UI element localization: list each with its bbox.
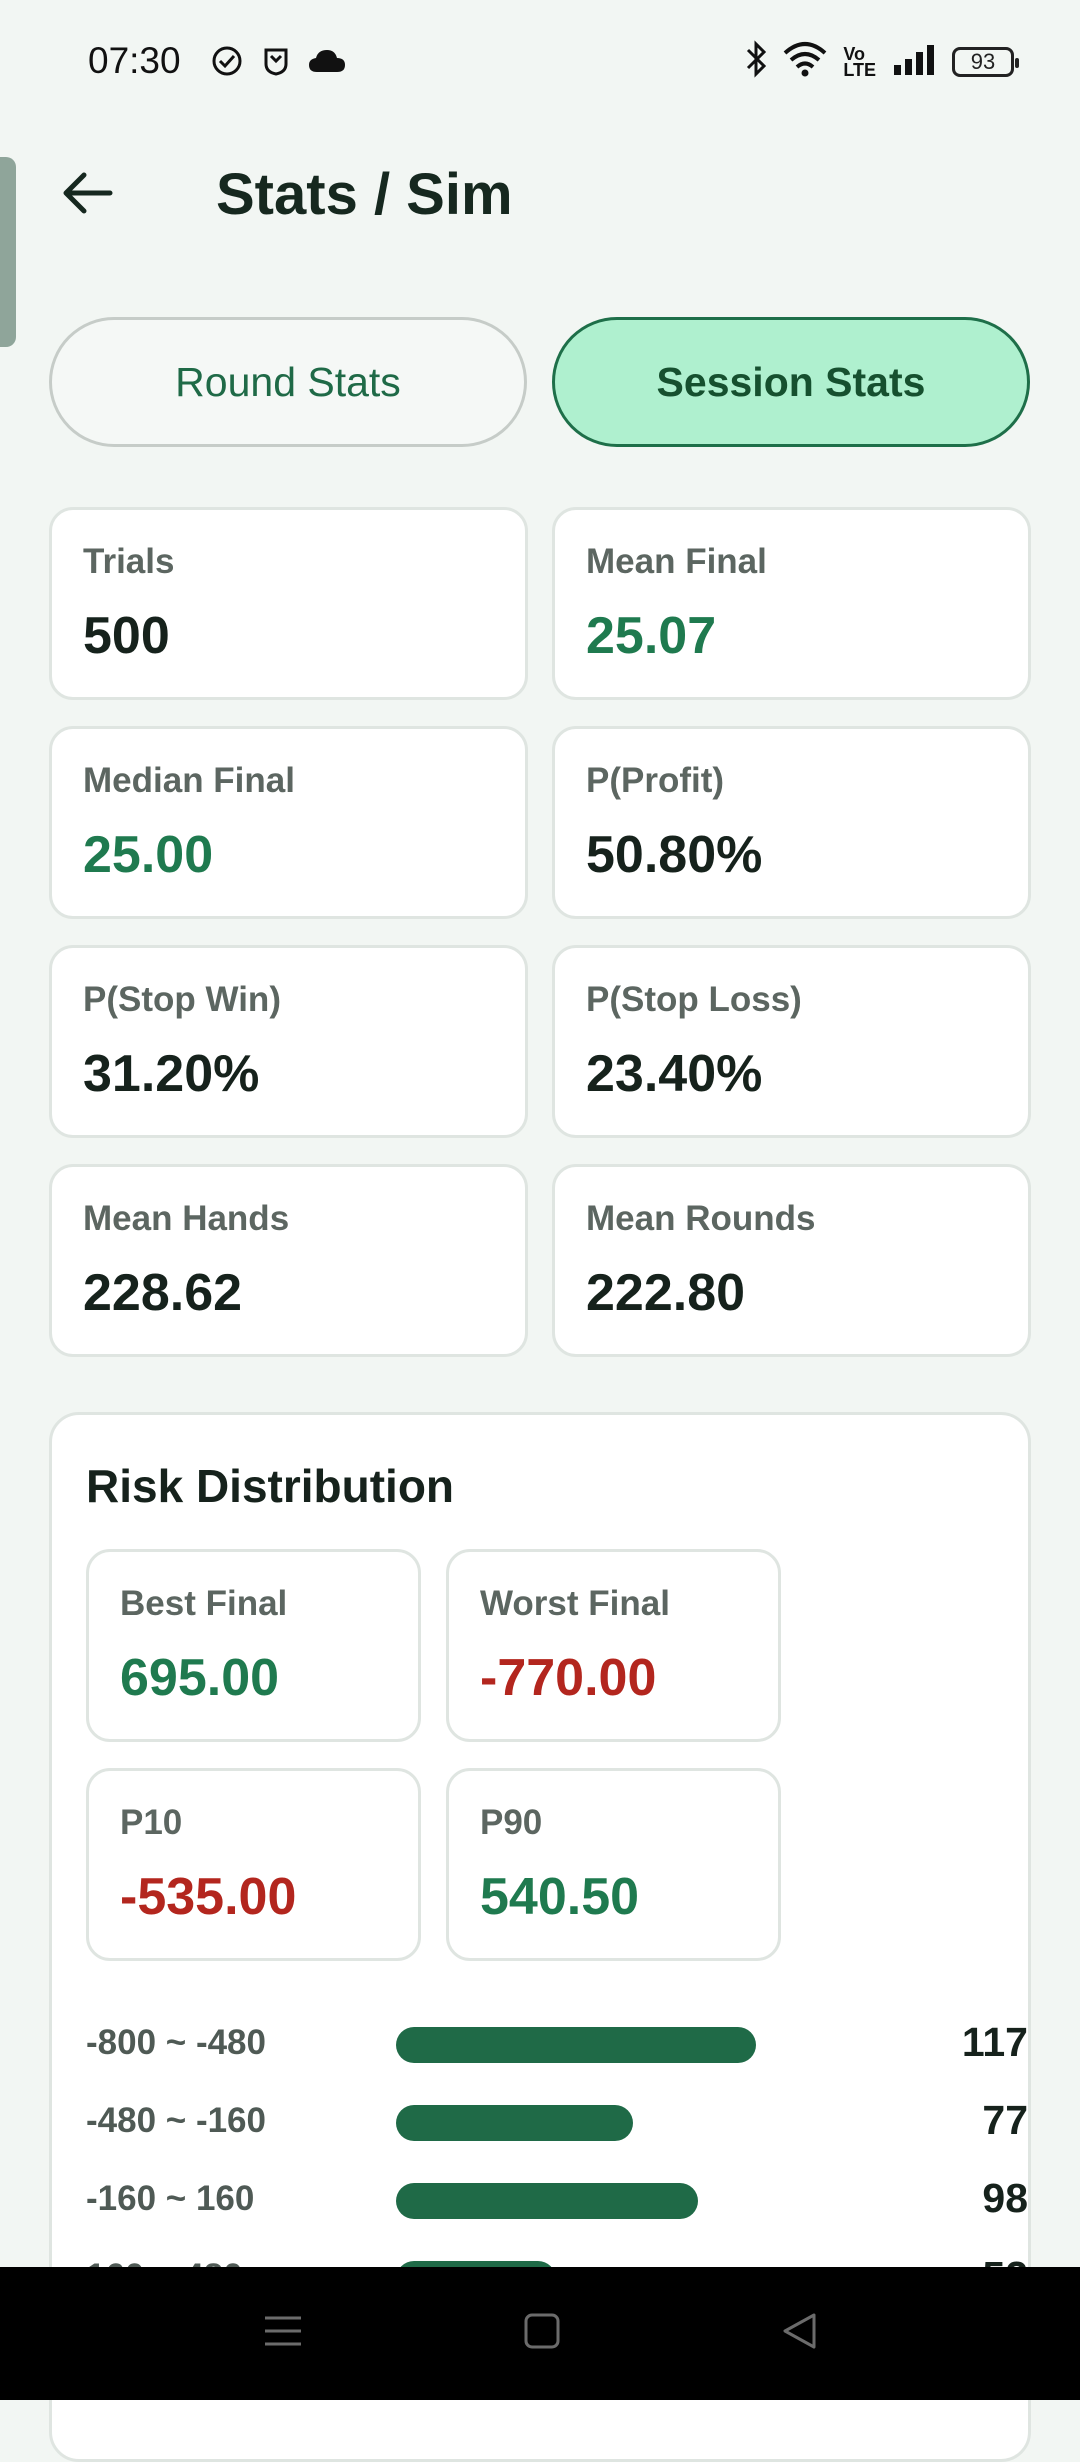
risk-label: P90 <box>480 1803 543 1842</box>
stat-label: P(Stop Win) <box>83 980 281 1019</box>
back-nav-button[interactable] <box>781 2312 817 2355</box>
risk-card-worst-final: Worst Final -770.00 <box>446 1549 781 1742</box>
stat-label: P(Stop Loss) <box>586 980 802 1019</box>
histogram-bar <box>396 2183 698 2219</box>
risk-label: Best Final <box>120 1584 288 1623</box>
stat-value: 500 <box>83 607 170 665</box>
risk-value: -535.00 <box>120 1868 297 1926</box>
battery-icon: 93 <box>952 46 1019 77</box>
wifi-icon <box>783 41 827 82</box>
histogram-bar <box>396 2027 756 2063</box>
histogram-count: 77 <box>982 2097 1028 2143</box>
status-bar: 07:30 Vo LTE 93 <box>0 0 1080 120</box>
stat-card-mean-final: Mean Final 25.07 <box>552 507 1031 700</box>
stat-value: 50.80% <box>586 826 763 884</box>
stat-card-mean-rounds: Mean Rounds 222.80 <box>552 1164 1031 1357</box>
volte-icon: Vo LTE <box>843 43 876 80</box>
shield-app-icon <box>262 46 290 81</box>
stat-card-p-profit: P(Profit) 50.80% <box>552 726 1031 919</box>
stat-card-p-stop-win: P(Stop Win) 31.20% <box>49 945 528 1138</box>
check-circle-icon <box>210 44 244 83</box>
histogram-range: -480 ~ -160 <box>86 2101 266 2140</box>
histogram-row: -160 ~ 160 98 <box>86 2169 1028 2229</box>
risk-title: Risk Distribution <box>86 1460 455 1512</box>
page-title: Stats / Sim <box>216 162 513 227</box>
status-right-icons: Vo LTE 93 <box>745 40 1019 83</box>
risk-label: P10 <box>120 1803 183 1842</box>
stat-value: 23.40% <box>586 1045 763 1103</box>
stat-value: 31.20% <box>83 1045 260 1103</box>
histogram-row: -800 ~ -480 117 <box>86 2013 1028 2073</box>
stat-value: 25.00 <box>83 826 214 884</box>
stat-value: 25.07 <box>586 607 717 665</box>
stat-label: P(Profit) <box>586 761 725 800</box>
menu-nav-button[interactable] <box>263 2314 303 2353</box>
risk-card-p90: P90 540.50 <box>446 1768 781 1961</box>
stat-value: 228.62 <box>83 1264 243 1322</box>
risk-value: 540.50 <box>480 1868 640 1926</box>
stat-card-median-final: Median Final 25.00 <box>49 726 528 919</box>
stat-card-trials: Trials 500 <box>49 507 528 700</box>
bluetooth-icon <box>745 40 767 83</box>
risk-value: 695.00 <box>120 1649 280 1707</box>
tab-session-stats[interactable]: Session Stats <box>552 317 1030 447</box>
edge-panel-handle[interactable] <box>0 157 16 347</box>
risk-value: -770.00 <box>480 1649 657 1707</box>
back-button[interactable] <box>52 160 122 230</box>
stat-label: Median Final <box>83 761 295 800</box>
stat-label: Mean Hands <box>83 1199 290 1238</box>
home-nav-button[interactable] <box>523 2312 561 2355</box>
histogram-count: 98 <box>982 2175 1028 2221</box>
status-time: 07:30 <box>88 40 181 81</box>
stat-value: 222.80 <box>586 1264 746 1322</box>
histogram-row: -480 ~ -160 77 <box>86 2091 1028 2151</box>
histogram-range: -160 ~ 160 <box>86 2179 255 2218</box>
risk-label: Worst Final <box>480 1584 670 1623</box>
risk-card-best-final: Best Final 695.00 <box>86 1549 421 1742</box>
stat-label: Mean Rounds <box>586 1199 816 1238</box>
cloud-icon <box>308 48 346 79</box>
risk-card-p10: P10 -535.00 <box>86 1768 421 1961</box>
stat-card-p-stop-loss: P(Stop Loss) 23.40% <box>552 945 1031 1138</box>
signal-icon <box>892 43 936 80</box>
system-nav-bar <box>0 2267 1080 2400</box>
stat-label: Trials <box>83 542 175 581</box>
arrow-left-icon <box>60 171 114 220</box>
stat-card-mean-hands: Mean Hands 228.62 <box>49 1164 528 1357</box>
histogram-range: -800 ~ -480 <box>86 2023 266 2062</box>
stat-label: Mean Final <box>586 542 767 581</box>
histogram-count: 117 <box>961 2019 1028 2065</box>
histogram-bar <box>396 2105 633 2141</box>
status-left-icons <box>210 44 346 83</box>
tab-round-stats[interactable]: Round Stats <box>49 317 527 447</box>
